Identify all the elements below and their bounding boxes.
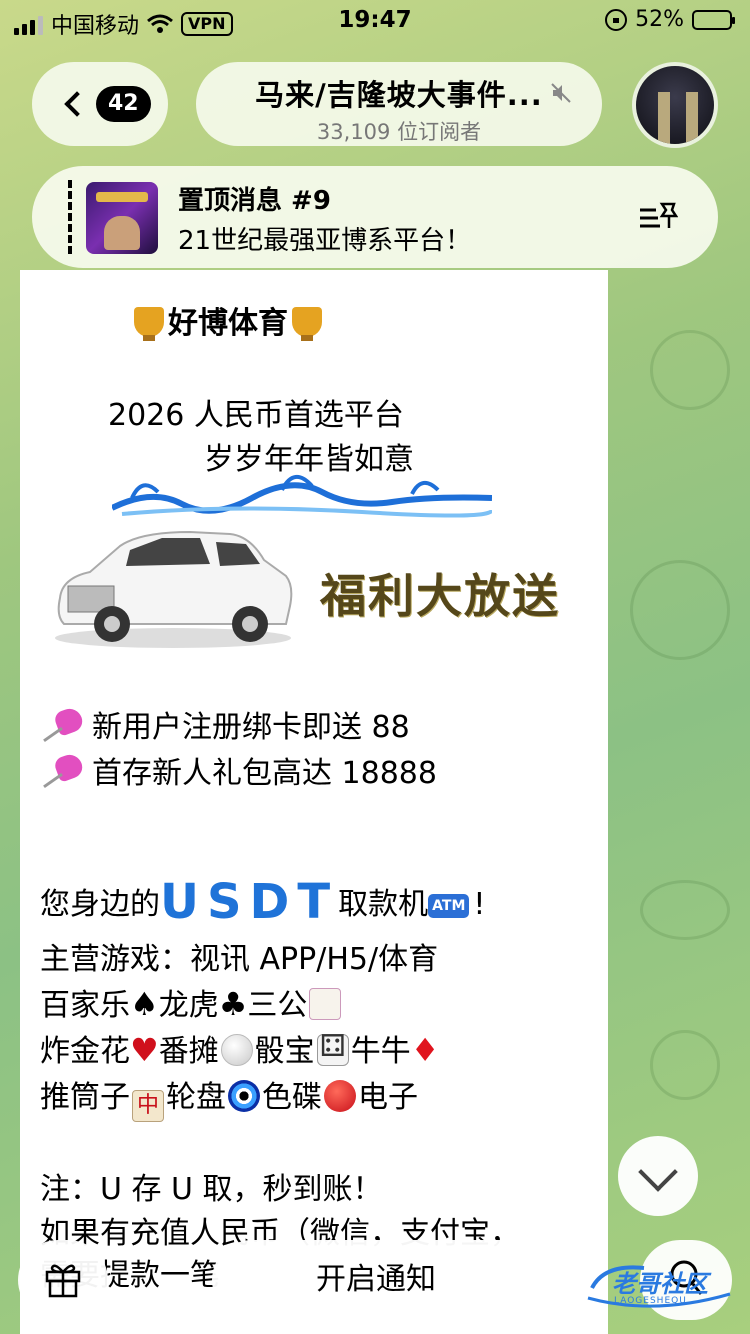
nazar-amulet-icon bbox=[228, 1080, 260, 1112]
trophy-icon bbox=[292, 307, 322, 341]
bonus-line-1: 新用户注册绑卡即送 88 bbox=[40, 702, 410, 746]
banner-line-1: 2026 人民币首选平台 bbox=[108, 398, 404, 433]
club-suit-icon: ♣ bbox=[218, 985, 248, 1023]
site-watermark: 老哥社区 LAOGESHEQU bbox=[584, 1256, 734, 1316]
games-main-line: 主营游戏：视讯 APP/H5/体育 bbox=[40, 942, 439, 977]
joker-card-icon bbox=[309, 988, 342, 1020]
wallpaper-doodle bbox=[650, 1030, 720, 1100]
back-button[interactable]: 42 bbox=[32, 62, 168, 146]
channel-title: 马来/吉隆坡大事件... bbox=[255, 78, 543, 112]
pushpin-icon bbox=[40, 707, 88, 743]
scroll-down-button[interactable] bbox=[618, 1136, 698, 1216]
heart-icon: ♥ bbox=[130, 1031, 159, 1069]
dice-icon bbox=[316, 1029, 349, 1066]
red-circle-icon bbox=[324, 1080, 356, 1112]
wave-decoration bbox=[112, 475, 492, 518]
pushpin-icon bbox=[40, 753, 88, 789]
rotation-lock-icon bbox=[605, 8, 628, 31]
gift-button[interactable] bbox=[18, 1240, 108, 1320]
message-bubble[interactable]: 好博体育 2026 人民币首选平台 岁岁年年皆如意 福利大放送 新用户注册绑卡即… bbox=[20, 270, 608, 1334]
chevron-left-icon bbox=[64, 91, 90, 117]
trophy-icon bbox=[134, 307, 164, 341]
mahjong-icon: 中 bbox=[132, 1090, 164, 1122]
pinned-text: 21世纪最强亚博系平台！ bbox=[178, 226, 472, 256]
channel-title-pill[interactable]: 马来/吉隆坡大事件... 33,109 位订阅者 bbox=[196, 62, 602, 146]
watermark-text: 老哥社区 bbox=[612, 1270, 708, 1298]
battery-percent: 52% bbox=[635, 7, 684, 32]
games-line-3: 推筒子中轮盘 色碟 电子 bbox=[40, 1072, 418, 1122]
atm-icon: ATM bbox=[428, 894, 470, 918]
pinned-message-bar[interactable]: 置顶消息 #9 21世纪最强亚博系平台！ bbox=[32, 166, 718, 268]
wallpaper-doodle bbox=[640, 880, 730, 940]
watermark-subtext: LAOGESHEQU bbox=[614, 1296, 687, 1306]
white-circle-icon bbox=[220, 1034, 253, 1066]
note-line-1: 注：U 存 U 取，秒到账！ bbox=[40, 1172, 383, 1207]
wallpaper-doodle bbox=[650, 330, 730, 410]
pinned-thumbnail bbox=[86, 182, 158, 254]
enable-notifications-button[interactable]: 开启通知 bbox=[212, 1240, 540, 1320]
unread-badge: 42 bbox=[96, 86, 151, 122]
muted-speaker-icon bbox=[551, 83, 571, 103]
pinned-indicator bbox=[68, 180, 72, 254]
pinned-list-icon[interactable] bbox=[638, 200, 678, 234]
games-line-1: 百家乐♠龙虎♣三公 bbox=[40, 980, 343, 1024]
channel-avatar[interactable] bbox=[632, 62, 718, 148]
wallpaper-doodle bbox=[630, 560, 730, 660]
games-line-2: 炸金花♥番摊骰宝牛牛♦ bbox=[40, 1026, 439, 1070]
promo-title: 好博体育 bbox=[130, 298, 326, 342]
usdt-text: USDT bbox=[160, 874, 339, 930]
car-image bbox=[55, 530, 293, 648]
chevron-down-icon bbox=[638, 1152, 678, 1192]
gift-icon bbox=[45, 1264, 81, 1298]
spade-suit-icon: ♠ bbox=[130, 985, 159, 1023]
battery-icon bbox=[692, 9, 735, 30]
pinned-title: 置顶消息 #9 bbox=[178, 186, 331, 216]
status-bar: 中国移动 VPN 19:47 52% bbox=[0, 0, 750, 42]
diamond-suit-icon: ♦ bbox=[410, 1031, 440, 1069]
atm-line: 您身边的USDT取款机 ATM! bbox=[40, 874, 486, 930]
banner-slogan: 福利大放送 bbox=[320, 569, 560, 623]
subscriber-count: 33,109 位订阅者 bbox=[316, 120, 482, 144]
bonus-line-2: 首存新人礼包高达 18888 bbox=[40, 748, 437, 792]
